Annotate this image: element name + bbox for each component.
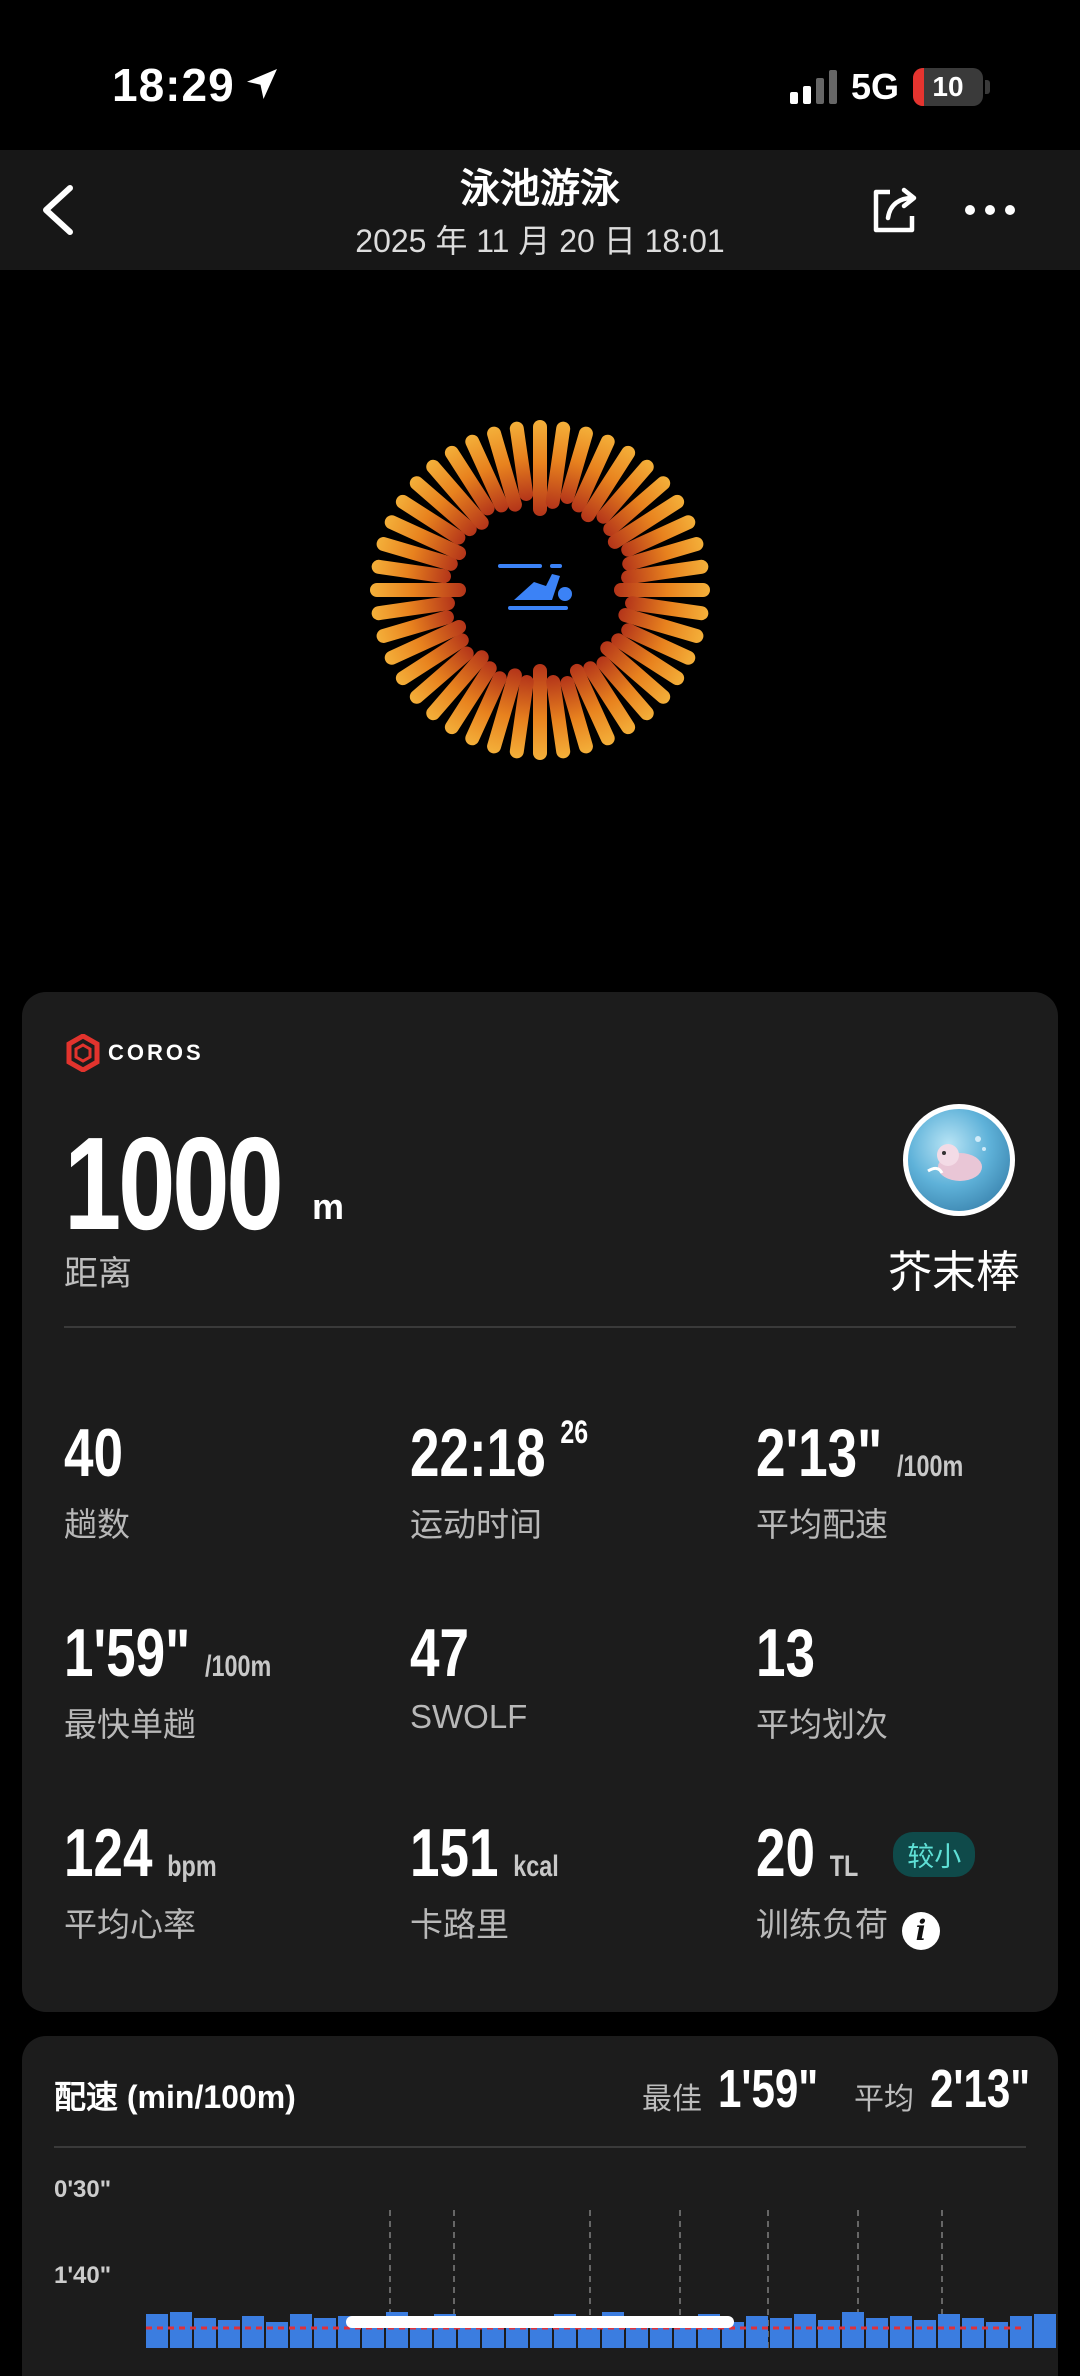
pace-divider xyxy=(54,2146,1026,2148)
training-load-badge: 较小 xyxy=(893,1832,976,1877)
signal-icon xyxy=(789,70,837,104)
summary-divider xyxy=(64,1326,1016,1328)
home-indicator[interactable] xyxy=(346,2316,734,2328)
status-indicators: 5G 10 xyxy=(789,66,990,108)
metric-label: SWOLF xyxy=(410,1698,528,1735)
share-icon[interactable] xyxy=(868,184,920,236)
metric-avg-strokes: 13 平均划次 xyxy=(756,1614,888,1746)
metric-label: 平均心率 xyxy=(64,1906,196,1943)
battery-icon: 10 xyxy=(913,68,983,106)
metric-unit: bpm xyxy=(167,1850,217,1883)
metric-swolf: 47 SWOLF xyxy=(410,1614,527,1736)
pace-bar xyxy=(746,2316,768,2348)
metric-avg-heart-rate: 124 bpm 平均心率 xyxy=(64,1814,260,1946)
pace-title: 配速 (min/100m) xyxy=(54,2079,296,2115)
metric-value: 1'59" /100m xyxy=(64,1615,272,1691)
ring-ray xyxy=(533,420,547,516)
pace-bar xyxy=(266,2322,288,2348)
pace-bar xyxy=(170,2312,192,2348)
metric-label-row: 训练负荷 i xyxy=(756,1898,975,1950)
location-arrow-icon xyxy=(247,69,277,99)
activity-ring xyxy=(370,420,710,760)
metric-label: 卡路里 xyxy=(410,1906,509,1943)
pace-avg-label: 平均 xyxy=(854,2083,914,2116)
more-icon[interactable] xyxy=(962,196,1018,224)
pace-bar xyxy=(938,2314,960,2348)
metric-calories: 151 kcal 卡路里 xyxy=(410,1814,601,1946)
metric-fastest-lap: 1'59" /100m 最快单趟 xyxy=(64,1614,330,1746)
pace-bar xyxy=(242,2316,264,2348)
pace-bar xyxy=(890,2316,912,2348)
brand-logo: COROS xyxy=(66,1034,204,1072)
metric-value: 124 bpm xyxy=(64,1815,217,1891)
ring-ray xyxy=(370,583,466,597)
ring-ray xyxy=(533,664,547,760)
pace-bar xyxy=(146,2314,168,2348)
metric-value: 13 xyxy=(756,1615,815,1691)
pace-bar xyxy=(914,2320,936,2348)
metric-value: 151 kcal xyxy=(410,1815,559,1891)
pace-bar xyxy=(842,2312,864,2348)
metric-training-load: 20 TL 较小 训练负荷 i xyxy=(756,1814,976,1950)
metric-label: 运动时间 xyxy=(410,1506,542,1543)
pace-bar xyxy=(818,2320,840,2348)
metric-label: 最快单趟 xyxy=(64,1706,196,1743)
status-time: 18:29 xyxy=(112,59,235,111)
pace-bar xyxy=(1034,2314,1056,2348)
pace-bar xyxy=(1010,2316,1032,2348)
swimmer-icon xyxy=(498,564,572,610)
metric-duration: 22:18 26 运动时间 xyxy=(410,1414,638,1546)
metric-value: 40 xyxy=(64,1415,123,1491)
user-name: 芥末棒 xyxy=(888,1248,1020,1297)
pace-bar xyxy=(794,2314,816,2348)
battery-level: 10 xyxy=(932,71,964,102)
metric-unit: /100m xyxy=(205,1650,272,1683)
metric-avg-pace: 2'13" /100m 平均配速 xyxy=(756,1414,1022,1546)
ring-ray xyxy=(614,583,710,597)
distance-value: 1000 xyxy=(64,1110,284,1257)
coros-logo-icon xyxy=(66,1034,100,1072)
metric-value: 20 TL xyxy=(756,1815,859,1891)
pace-bar xyxy=(770,2318,792,2348)
metric-sup: 26 xyxy=(560,1414,589,1450)
pace-bar xyxy=(218,2320,240,2348)
distance-unit: m xyxy=(312,1186,345,1227)
metric-unit: /100m xyxy=(897,1450,964,1483)
pace-bar xyxy=(962,2318,984,2348)
metric-label: 趟数 xyxy=(64,1506,130,1543)
metric-value: 22:18 26 xyxy=(410,1414,589,1491)
pace-best-label: 最佳 xyxy=(642,2083,702,2116)
network-type: 5G xyxy=(850,66,899,107)
metric-label: 平均划次 xyxy=(756,1706,888,1743)
pace-avg-value: 2'13" xyxy=(930,2059,1031,2119)
metric-laps: 40 趟数 xyxy=(64,1414,140,1546)
metric-value: 47 xyxy=(410,1615,469,1691)
brand-name: COROS xyxy=(108,1040,204,1065)
metric-unit: TL xyxy=(829,1850,859,1883)
pace-bar xyxy=(314,2318,336,2348)
pace-bar xyxy=(290,2314,312,2348)
info-icon[interactable]: i xyxy=(902,1912,940,1950)
pace-bar xyxy=(194,2318,216,2348)
pace-bar xyxy=(986,2322,1008,2348)
pace-best-value: 1'59" xyxy=(718,2059,819,2119)
metric-value: 2'13" /100m xyxy=(756,1415,964,1491)
metric-unit: kcal xyxy=(513,1850,559,1883)
pace-bar xyxy=(866,2318,888,2348)
metric-label: 平均配速 xyxy=(756,1506,888,1543)
metric-label: 训练负荷 xyxy=(756,1906,888,1943)
avatar[interactable] xyxy=(903,1104,1015,1216)
distance-label: 距离 xyxy=(64,1255,132,1293)
